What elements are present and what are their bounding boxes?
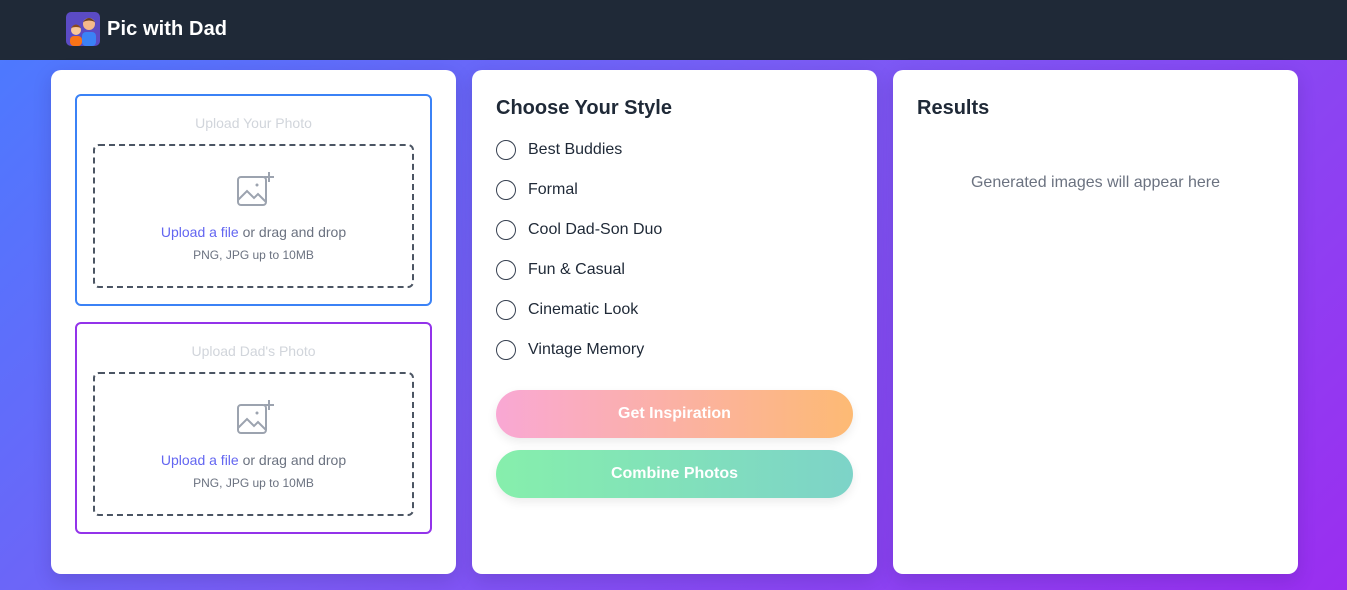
style-option-best-buddies[interactable]: Best Buddies: [496, 140, 662, 160]
dad-photo-dropzone[interactable]: Upload a file or drag and drop PNG, JPG …: [93, 372, 414, 516]
style-option-fun-casual[interactable]: Fun & Casual: [496, 260, 662, 280]
results-title: Results: [917, 97, 990, 119]
style-option-cool-dad-son-duo[interactable]: Cool Dad-Son Duo: [496, 220, 662, 240]
image-add-icon: [237, 400, 274, 434]
upload-file-link[interactable]: Upload a file: [161, 224, 239, 240]
style-options: Best Buddies Formal Cool Dad-Son Duo Fun…: [496, 140, 662, 380]
style-option-label: Formal: [528, 181, 578, 198]
file-type-hint: PNG, JPG up to 10MB: [193, 248, 314, 262]
results-panel: Results Generated images will appear her…: [893, 70, 1298, 574]
your-photo-dropzone[interactable]: Upload a file or drag and drop PNG, JPG …: [93, 144, 414, 288]
style-option-label: Fun & Casual: [528, 261, 625, 278]
style-option-label: Best Buddies: [528, 141, 623, 158]
upload-your-photo-box[interactable]: Upload Your Photo Upload a file or drag …: [75, 94, 432, 306]
style-section-title: Choose Your Style: [496, 97, 672, 119]
app-title: Pic with Dad: [107, 17, 228, 40]
upload-your-photo-title: Upload Your Photo: [195, 115, 312, 131]
radio-button[interactable]: [496, 180, 516, 200]
file-type-hint: PNG, JPG up to 10MB: [193, 476, 314, 490]
radio-button[interactable]: [496, 340, 516, 360]
image-add-icon: [237, 172, 274, 206]
style-option-label: Cinematic Look: [528, 301, 639, 318]
style-option-vintage-memory[interactable]: Vintage Memory: [496, 340, 662, 360]
drag-drop-text: or drag and drop: [238, 452, 347, 468]
upload-dad-photo-title: Upload Dad's Photo: [191, 343, 316, 359]
upload-dad-photo-box[interactable]: Upload Dad's Photo Upload a file or drag…: [75, 322, 432, 534]
combine-photos-button[interactable]: Combine Photos: [496, 450, 853, 498]
upload-panel: Upload Your Photo Upload a file or drag …: [51, 70, 456, 574]
style-option-label: Cool Dad-Son Duo: [528, 221, 663, 238]
style-option-cinematic-look[interactable]: Cinematic Look: [496, 300, 662, 320]
style-option-label: Vintage Memory: [528, 341, 645, 358]
style-panel: Choose Your Style Best Buddies Formal Co…: [472, 70, 877, 574]
get-inspiration-button[interactable]: Get Inspiration: [496, 390, 853, 438]
style-option-formal[interactable]: Formal: [496, 180, 662, 200]
results-empty-state: Generated images will appear here: [970, 174, 1221, 191]
brand[interactable]: Pic with Dad: [66, 12, 227, 46]
top-navigation-bar: Pic with Dad: [0, 0, 1347, 60]
dad-and-son-logo-icon: [66, 12, 100, 46]
radio-button[interactable]: [496, 300, 516, 320]
upload-file-link[interactable]: Upload a file: [161, 452, 239, 468]
radio-button[interactable]: [496, 260, 516, 280]
radio-button[interactable]: [496, 220, 516, 240]
radio-button[interactable]: [496, 140, 516, 160]
drag-drop-text: or drag and drop: [238, 224, 347, 240]
